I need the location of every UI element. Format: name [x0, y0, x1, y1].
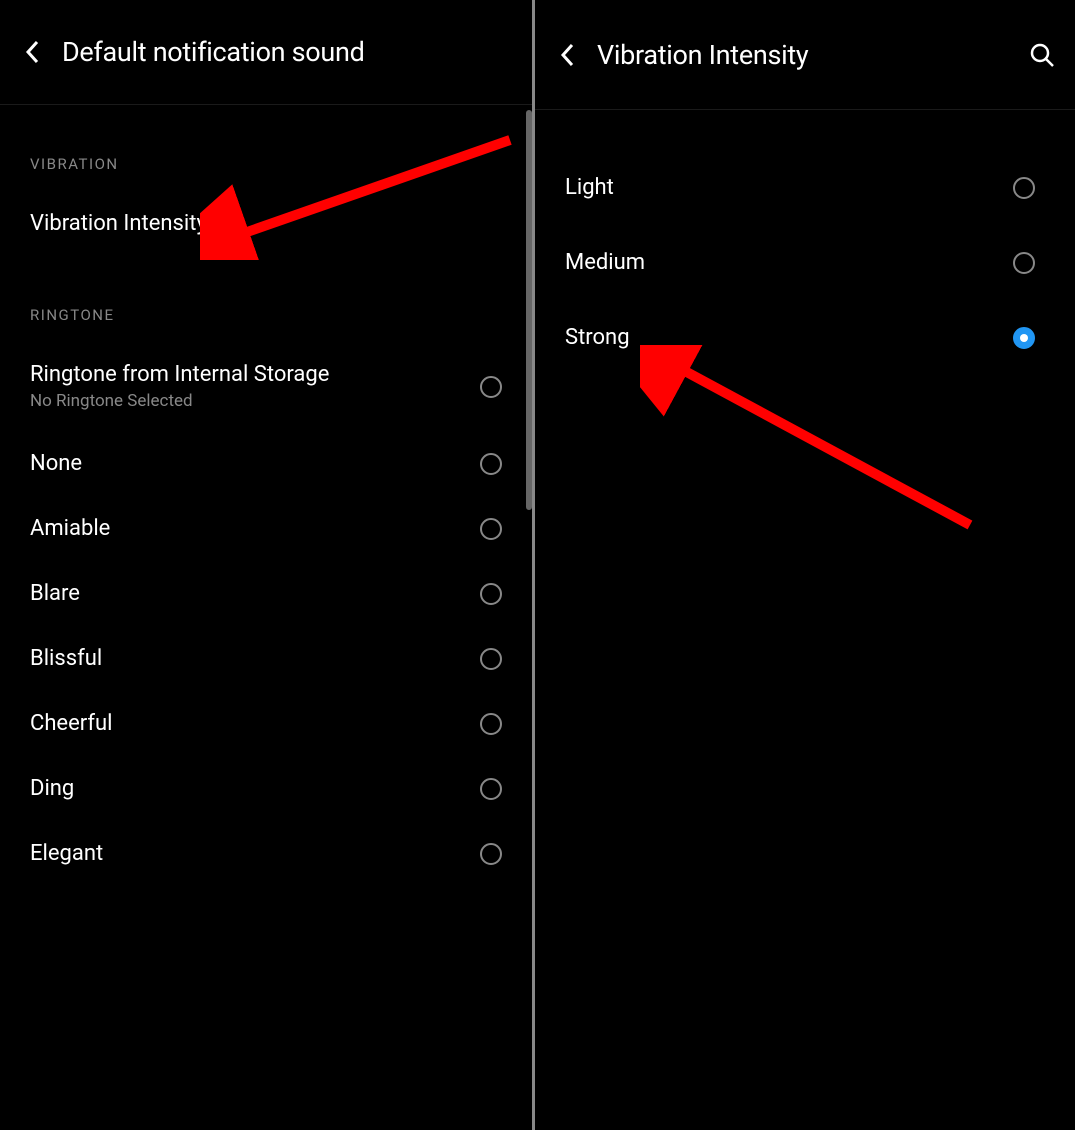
- radio-button[interactable]: [480, 583, 502, 605]
- ringtone-row[interactable]: Amiable: [0, 496, 532, 561]
- ringtone-section-header: RINGTONE: [0, 256, 532, 342]
- intensity-option-strong[interactable]: Strong: [535, 300, 1075, 375]
- ringtone-label: Ding: [30, 776, 74, 801]
- ringtone-row[interactable]: Ding: [0, 756, 532, 821]
- ringtone-label: Elegant: [30, 841, 103, 866]
- page-title-right: Vibration Intensity: [597, 39, 808, 71]
- left-header: Default notification sound: [0, 0, 532, 105]
- ringtone-label: Blare: [30, 581, 80, 606]
- radio-button[interactable]: [480, 778, 502, 800]
- radio-button[interactable]: [480, 648, 502, 670]
- left-pane: Default notification sound VIBRATION Vib…: [0, 0, 535, 1130]
- intensity-option-medium[interactable]: Medium: [535, 225, 1075, 300]
- vibration-section-header: VIBRATION: [0, 105, 532, 191]
- scrollbar[interactable]: [526, 110, 532, 510]
- ringtone-row[interactable]: None: [0, 431, 532, 496]
- left-content: VIBRATION Vibration Intensity RINGTONE R…: [0, 105, 532, 886]
- ringtone-row[interactable]: Blissful: [0, 626, 532, 691]
- ringtone-row[interactable]: Elegant: [0, 821, 532, 886]
- ringtone-from-storage-row[interactable]: Ringtone from Internal Storage No Ringto…: [0, 342, 532, 431]
- radio-button[interactable]: [480, 453, 502, 475]
- page-title-left: Default notification sound: [62, 36, 365, 68]
- ringtone-label: Amiable: [30, 516, 110, 541]
- search-icon[interactable]: [1029, 42, 1055, 68]
- radio-button[interactable]: [480, 713, 502, 735]
- back-icon[interactable]: [555, 43, 579, 67]
- back-icon[interactable]: [20, 40, 44, 64]
- ringtone-storage-label: Ringtone from Internal Storage: [30, 362, 329, 387]
- radio-button-selected[interactable]: [1013, 327, 1035, 349]
- radio-button[interactable]: [480, 376, 502, 398]
- right-pane: Vibration Intensity Light Medium Strong: [535, 0, 1075, 1130]
- intensity-label: Light: [565, 175, 614, 200]
- radio-button[interactable]: [1013, 252, 1035, 274]
- intensity-label: Strong: [565, 325, 630, 350]
- intensity-option-light[interactable]: Light: [535, 150, 1075, 225]
- vibration-intensity-link[interactable]: Vibration Intensity: [0, 191, 532, 256]
- ringtone-label: Blissful: [30, 646, 102, 671]
- intensity-label: Medium: [565, 250, 645, 275]
- ringtone-row[interactable]: Cheerful: [0, 691, 532, 756]
- radio-button[interactable]: [1013, 177, 1035, 199]
- radio-button[interactable]: [480, 843, 502, 865]
- ringtone-row[interactable]: Blare: [0, 561, 532, 626]
- radio-button[interactable]: [480, 518, 502, 540]
- ringtone-label: None: [30, 451, 82, 476]
- ringtone-storage-sub: No Ringtone Selected: [30, 391, 329, 411]
- right-header: Vibration Intensity: [535, 0, 1075, 110]
- ringtone-label: Cheerful: [30, 711, 113, 736]
- right-content: Light Medium Strong: [535, 110, 1075, 375]
